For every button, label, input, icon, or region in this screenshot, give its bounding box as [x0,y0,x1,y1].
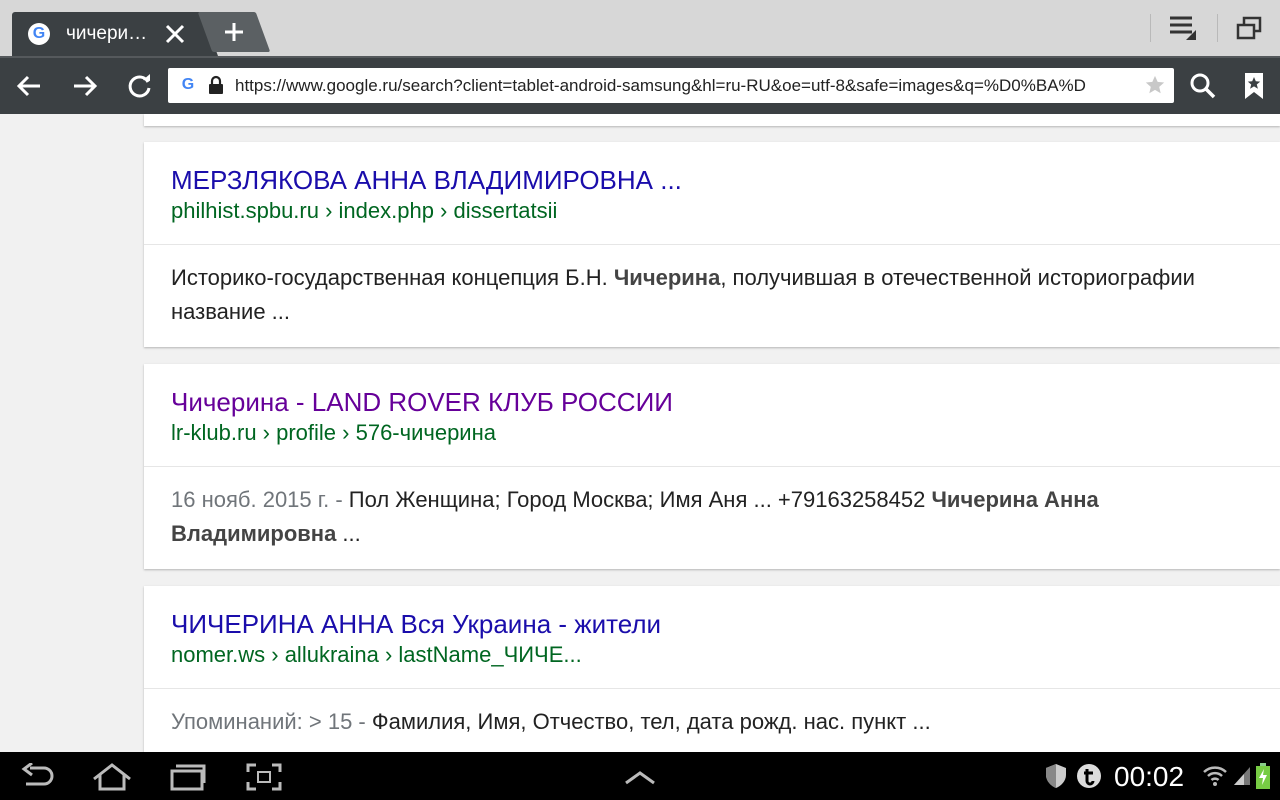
clock: 00:02 [1114,761,1185,792]
chevron-up-icon[interactable] [622,763,658,791]
result-card: Чичерина - LAND ROVER КЛУБ РОССИИ lr-klu… [144,364,1280,569]
result-title-link[interactable]: МЕРЗЛЯКОВА АННА ВЛАДИМИРОВНА ... [171,142,1280,195]
plus-icon [225,23,243,41]
shield-icon [1046,764,1066,788]
search-icon[interactable] [1186,70,1220,102]
google-g-icon: G [28,23,50,45]
snippet-text: Историко-государственная концепция Б.Н. [171,265,614,290]
result-snippet: 16 нояб. 2015 г. - Пол Женщина; Город Мо… [144,467,1280,551]
result-date: Упоминаний: > 15 - [171,709,372,734]
result-url: nomer.ws › allukraina › lastName_ЧИЧЕ... [171,642,582,667]
screenshot-icon[interactable] [246,763,282,791]
result-title-link[interactable]: Чичерина - LAND ROVER КЛУБ РОССИИ [171,364,1280,417]
close-tab-icon[interactable] [163,22,187,46]
google-g-icon: G [181,76,195,93]
snippet-highlight: Владимировна [171,521,337,546]
result-url: lr-klub.ru › profile › 576-чичерина [171,420,496,445]
system-navigation-bar: 00:02 [0,752,1280,800]
result-snippet: Упоминаний: > 15 - Фамилия, Имя, Отчеств… [144,689,1280,739]
result-url: philhist.spbu.ru › index.php › dissertat… [171,198,558,223]
divider [1150,14,1151,42]
result-card: ЧИЧЕРИНА АННА Вся Украина - жители nomer… [144,586,1280,752]
wifi-icon [1203,766,1227,786]
menu-icon[interactable] [1168,14,1198,42]
search-results-page[interactable]: МЕРЗЛЯКОВА АННА ВЛАДИМИРОВНА ... philhis… [0,114,1280,752]
browser-toolbar: G https://www.google.ru/search?client=ta… [0,56,1280,114]
snippet-text: название ... [171,299,291,324]
snippet-text: Пол Женщина; Город Москва; Имя Аня ... +… [348,487,932,512]
reload-icon[interactable] [123,70,157,102]
url-text[interactable]: https://www.google.ru/search?client=tabl… [235,76,1135,96]
tab-switcher-icon[interactable] [1236,16,1262,40]
address-bar[interactable]: G https://www.google.ru/search?client=ta… [168,68,1174,103]
lock-icon [209,75,223,94]
previous-result-card [144,114,1280,126]
forward-icon[interactable] [68,70,102,102]
home-nav-icon[interactable] [92,763,132,791]
battery-charging-icon [1256,763,1270,789]
snippet-text: ... [336,521,361,546]
divider [1217,14,1218,42]
snippet-highlight: Чичерина Анна [931,487,1099,512]
snippet-text: Фамилия, Имя, Отчество, тел, дата рожд. … [371,709,931,734]
snippet-highlight: Чичерина [613,265,721,290]
result-title-link[interactable]: ЧИЧЕРИНА АННА Вся Украина - жители [171,586,1280,639]
t-app-icon [1077,764,1101,788]
tab-strip: G чичери… [0,0,1280,56]
back-nav-icon[interactable] [20,763,56,791]
signal-icon [1234,767,1250,785]
result-card: МЕРЗЛЯКОВА АННА ВЛАДИМИРОВНА ... philhis… [144,142,1280,347]
tab-title: чичери… [66,23,148,44]
result-snippet: Историко-государственная концепция Б.Н. … [144,245,1280,329]
active-tab[interactable]: G чичери… [12,12,218,56]
bookmark-star-icon[interactable] [1144,74,1166,96]
snippet-text: , получившая в отечественной историограф… [720,265,1195,290]
back-icon[interactable] [12,70,46,102]
result-date: 16 нояб. 2015 г. - [171,487,349,512]
bookmarks-icon[interactable] [1237,70,1271,102]
recent-apps-icon[interactable] [170,763,206,791]
